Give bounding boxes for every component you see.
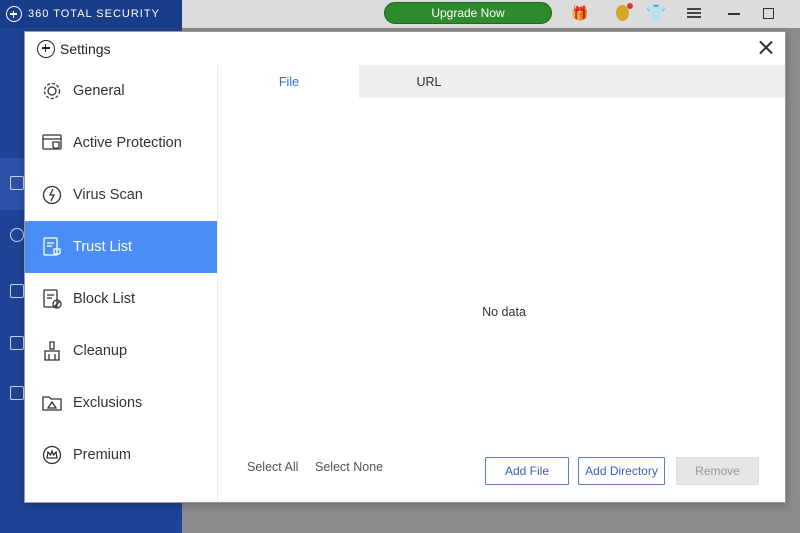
plus-logo-icon [6,6,22,22]
settings-sidebar: General Active Protection Virus Scan Tru… [25,65,218,502]
app-sidebar-icon[interactable] [10,284,24,298]
sidebar-item-label: Trust List [73,239,133,255]
folder-icon [41,392,63,414]
trust-list-icon [41,236,63,258]
tab-bar: File URL [219,65,785,98]
block-list-icon [41,288,63,310]
minimize-icon[interactable] [724,4,744,22]
sidebar-item-cleanup[interactable]: Cleanup [25,325,217,377]
dialog-title: Settings [60,40,111,57]
sidebar-item-virus-scan[interactable]: Virus Scan [25,169,217,221]
sidebar-item-label: Block List [73,291,136,307]
tab-url[interactable]: URL [359,65,499,98]
protection-icon [41,132,63,154]
sidebar-item-label: Virus Scan [73,187,143,203]
add-directory-button[interactable]: Add Directory [578,457,665,485]
sidebar-item-label: Cleanup [73,343,128,359]
sidebar-item-block-list[interactable]: Block List [25,273,217,325]
sidebar-item-label: Exclusions [73,395,143,411]
app-sidebar-icon[interactable] [10,176,24,190]
sidebar-item-label: Premium [73,447,132,463]
menu-icon[interactable] [684,4,704,22]
settings-dialog: Settings General Active Protection Virus… [24,31,786,503]
close-icon[interactable] [759,40,773,54]
upgrade-now-button[interactable]: Upgrade Now [384,2,552,24]
remove-button[interactable]: Remove [676,457,759,485]
app-brand-label: 360 TOTAL SECURITY [28,8,160,20]
sidebar-item-label: General [73,83,125,99]
sidebar-item-active-protection[interactable]: Active Protection [25,117,217,169]
app-sidebar-icon[interactable] [10,336,24,350]
sidebar-item-premium[interactable]: Premium [25,429,217,481]
sidebar-item-label: Active Protection [73,135,182,151]
gear-icon [41,80,63,102]
broom-icon [41,340,63,362]
trust-list-panel: File URL No data [219,65,785,502]
virus-scan-icon [41,184,63,206]
crown-icon [41,444,63,466]
maximize-icon[interactable] [758,4,778,22]
app-sidebar-icon[interactable] [10,386,24,400]
dialog-header: Settings [25,32,785,65]
sidebar-item-exclusions[interactable]: Exclusions [25,377,217,429]
sidebar-item-general[interactable]: General [25,65,217,117]
plus-logo-icon [37,39,55,58]
app-sidebar-icon[interactable] [10,228,24,242]
empty-state-text: No data [482,305,526,319]
coin-icon[interactable] [612,3,633,22]
add-file-button[interactable]: Add File [485,457,569,485]
tab-file[interactable]: File [219,65,359,98]
select-none-link[interactable]: Select None [315,460,383,474]
sidebar-item-trust-list[interactable]: Trust List [25,221,217,273]
select-all-link[interactable]: Select All [247,460,298,474]
app-brand: 360 TOTAL SECURITY [0,0,182,28]
shirt-icon[interactable]: 👕 [646,4,666,22]
gift-icon[interactable]: 🎁 [570,4,590,22]
